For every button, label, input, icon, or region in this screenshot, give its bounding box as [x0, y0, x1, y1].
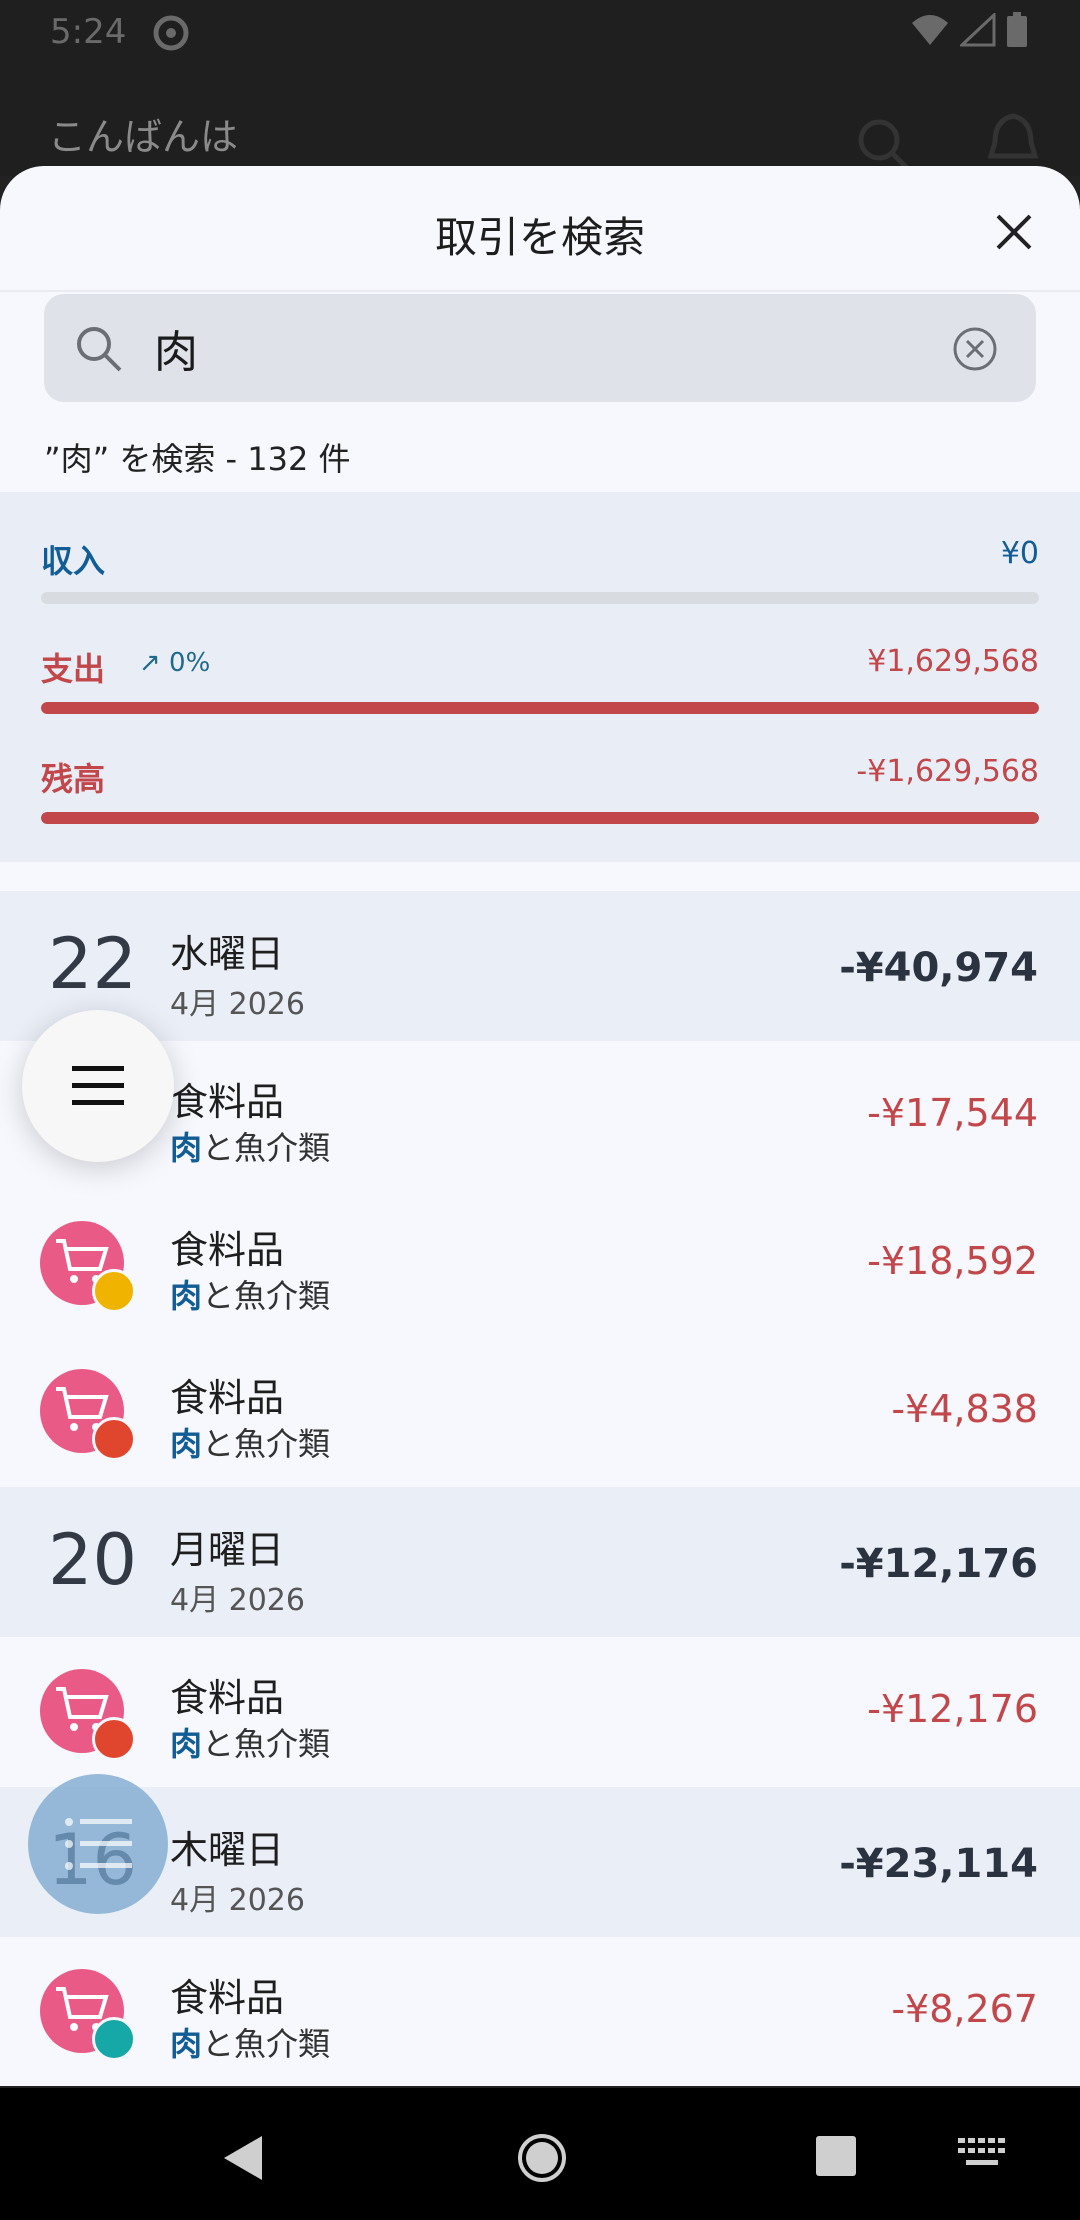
search-icon	[74, 324, 124, 378]
search-result-count: ”肉” を検索 - 132 件	[44, 440, 351, 478]
transaction-category: 食料品	[170, 1376, 285, 1420]
income-bar	[41, 592, 1039, 604]
transaction-category: 食料品	[170, 1676, 285, 1720]
transaction-subcategory: 肉と魚介類	[170, 2019, 330, 2065]
expense-bar	[41, 702, 1039, 714]
day-weekday: 水曜日	[170, 932, 285, 976]
subcategory-rest: と魚介類	[202, 1129, 331, 1167]
transaction-subcategory: 肉と魚介類	[170, 1419, 330, 1465]
day-total: -¥40,974	[839, 945, 1038, 991]
battery-icon	[1006, 12, 1028, 52]
subcategory-rest: と魚介類	[202, 1425, 331, 1463]
subcategory-highlight: 肉	[170, 1725, 203, 1763]
hamburger-icon	[72, 1066, 124, 1105]
transaction-row[interactable]: 食料品 肉と魚介類 -¥18,592	[0, 1189, 1080, 1337]
day-header: 20 月曜日 4月 2026 -¥12,176	[0, 1487, 1080, 1637]
keyboard-switch-button[interactable]	[958, 2138, 1006, 2176]
transaction-subcategory: 肉と魚介類	[170, 1719, 330, 1765]
subcategory-highlight: 肉	[170, 1277, 203, 1315]
transaction-amount: -¥18,592	[867, 1239, 1038, 1283]
clear-search-button[interactable]	[952, 326, 998, 376]
day-header: 22 水曜日 4月 2026 -¥40,974	[0, 891, 1080, 1041]
income-label: 収入	[41, 542, 106, 580]
day-month: 4月 2026	[170, 1883, 305, 1918]
day-total: -¥23,114	[839, 1841, 1038, 1887]
divider	[0, 290, 1080, 292]
status-bar: 5:24	[0, 0, 1080, 66]
transaction-amount: -¥12,176	[867, 1687, 1038, 1731]
day-month: 4月 2026	[170, 987, 305, 1022]
day-total: -¥12,176	[839, 1541, 1038, 1587]
expense-label: 支出	[41, 650, 106, 688]
transaction-amount: -¥17,544	[867, 1091, 1038, 1135]
home-icon	[518, 2134, 566, 2182]
day-weekday: 月曜日	[170, 1528, 285, 1572]
credit-card-icon	[92, 2017, 136, 2061]
transaction-subcategory: 肉と魚介類	[170, 1123, 330, 1169]
wallet-icon	[92, 1717, 136, 1761]
transaction-row[interactable]: 食料品 肉と魚介類 -¥12,176	[0, 1637, 1080, 1785]
cash-icon	[92, 1269, 136, 1313]
expense-trend: ↗ 0%	[139, 648, 211, 678]
greeting-text: こんばんは	[48, 115, 239, 159]
transaction-amount: -¥8,267	[891, 1987, 1038, 2031]
signal-icon	[958, 11, 996, 51]
transaction-category: 食料品	[170, 1976, 285, 2020]
search-field[interactable]	[44, 294, 1036, 402]
balance-value: -¥1,629,568	[856, 754, 1039, 789]
close-button[interactable]	[990, 208, 1038, 256]
transaction-category: 食料品	[170, 1080, 285, 1124]
subcategory-rest: と魚介類	[202, 1725, 331, 1763]
search-input[interactable]	[154, 318, 954, 378]
subcategory-rest: と魚介類	[202, 2025, 331, 2063]
status-time: 5:24	[50, 12, 127, 52]
menu-fab[interactable]	[22, 1010, 174, 1162]
wallet-icon	[92, 1417, 136, 1461]
list-icon	[65, 1818, 132, 1870]
transaction-subcategory: 肉と魚介類	[170, 1271, 330, 1317]
transaction-row[interactable]: 食料品 肉と魚介類 -¥4,838	[0, 1337, 1080, 1485]
subcategory-highlight: 肉	[170, 2025, 203, 2063]
balance-bar	[41, 812, 1039, 824]
day-month: 4月 2026	[170, 1583, 305, 1618]
expense-bar-fill	[41, 702, 1039, 714]
recents-icon	[816, 2136, 856, 2176]
transaction-row[interactable]: 食料品 肉と魚介類 -¥8,267	[0, 1937, 1080, 2085]
close-icon	[996, 214, 1032, 250]
back-icon	[224, 2136, 262, 2180]
balance-bar-fill	[41, 812, 1039, 824]
background-app-bar: こんばんは	[0, 66, 1080, 176]
income-value: ¥0	[1000, 536, 1039, 571]
expense-value: ¥1,629,568	[867, 644, 1039, 679]
transaction-amount: -¥4,838	[891, 1387, 1038, 1431]
do-not-disturb-icon	[152, 14, 190, 56]
recents-button[interactable]	[814, 2134, 858, 2182]
home-button[interactable]	[516, 2132, 568, 2188]
subcategory-rest: と魚介類	[202, 1277, 331, 1315]
back-button[interactable]	[220, 2134, 264, 2186]
summary-panel: 収入 ¥0 支出 ↗ 0% ¥1,629,568 残高 -¥1,629,568	[0, 492, 1080, 862]
day-number: 22	[48, 923, 138, 1005]
subcategory-highlight: 肉	[170, 1425, 203, 1463]
keyboard-icon	[958, 2138, 1005, 2165]
day-weekday: 木曜日	[170, 1828, 285, 1872]
system-navigation-bar	[0, 2088, 1080, 2220]
balance-label: 残高	[41, 760, 106, 798]
wifi-icon	[910, 13, 950, 51]
day-number: 20	[48, 1519, 138, 1601]
list-options-fab[interactable]	[28, 1774, 168, 1914]
subcategory-highlight: 肉	[170, 1129, 203, 1167]
clear-icon	[953, 327, 997, 371]
sheet-title: 取引を検索	[434, 213, 645, 262]
transaction-category: 食料品	[170, 1228, 285, 1272]
